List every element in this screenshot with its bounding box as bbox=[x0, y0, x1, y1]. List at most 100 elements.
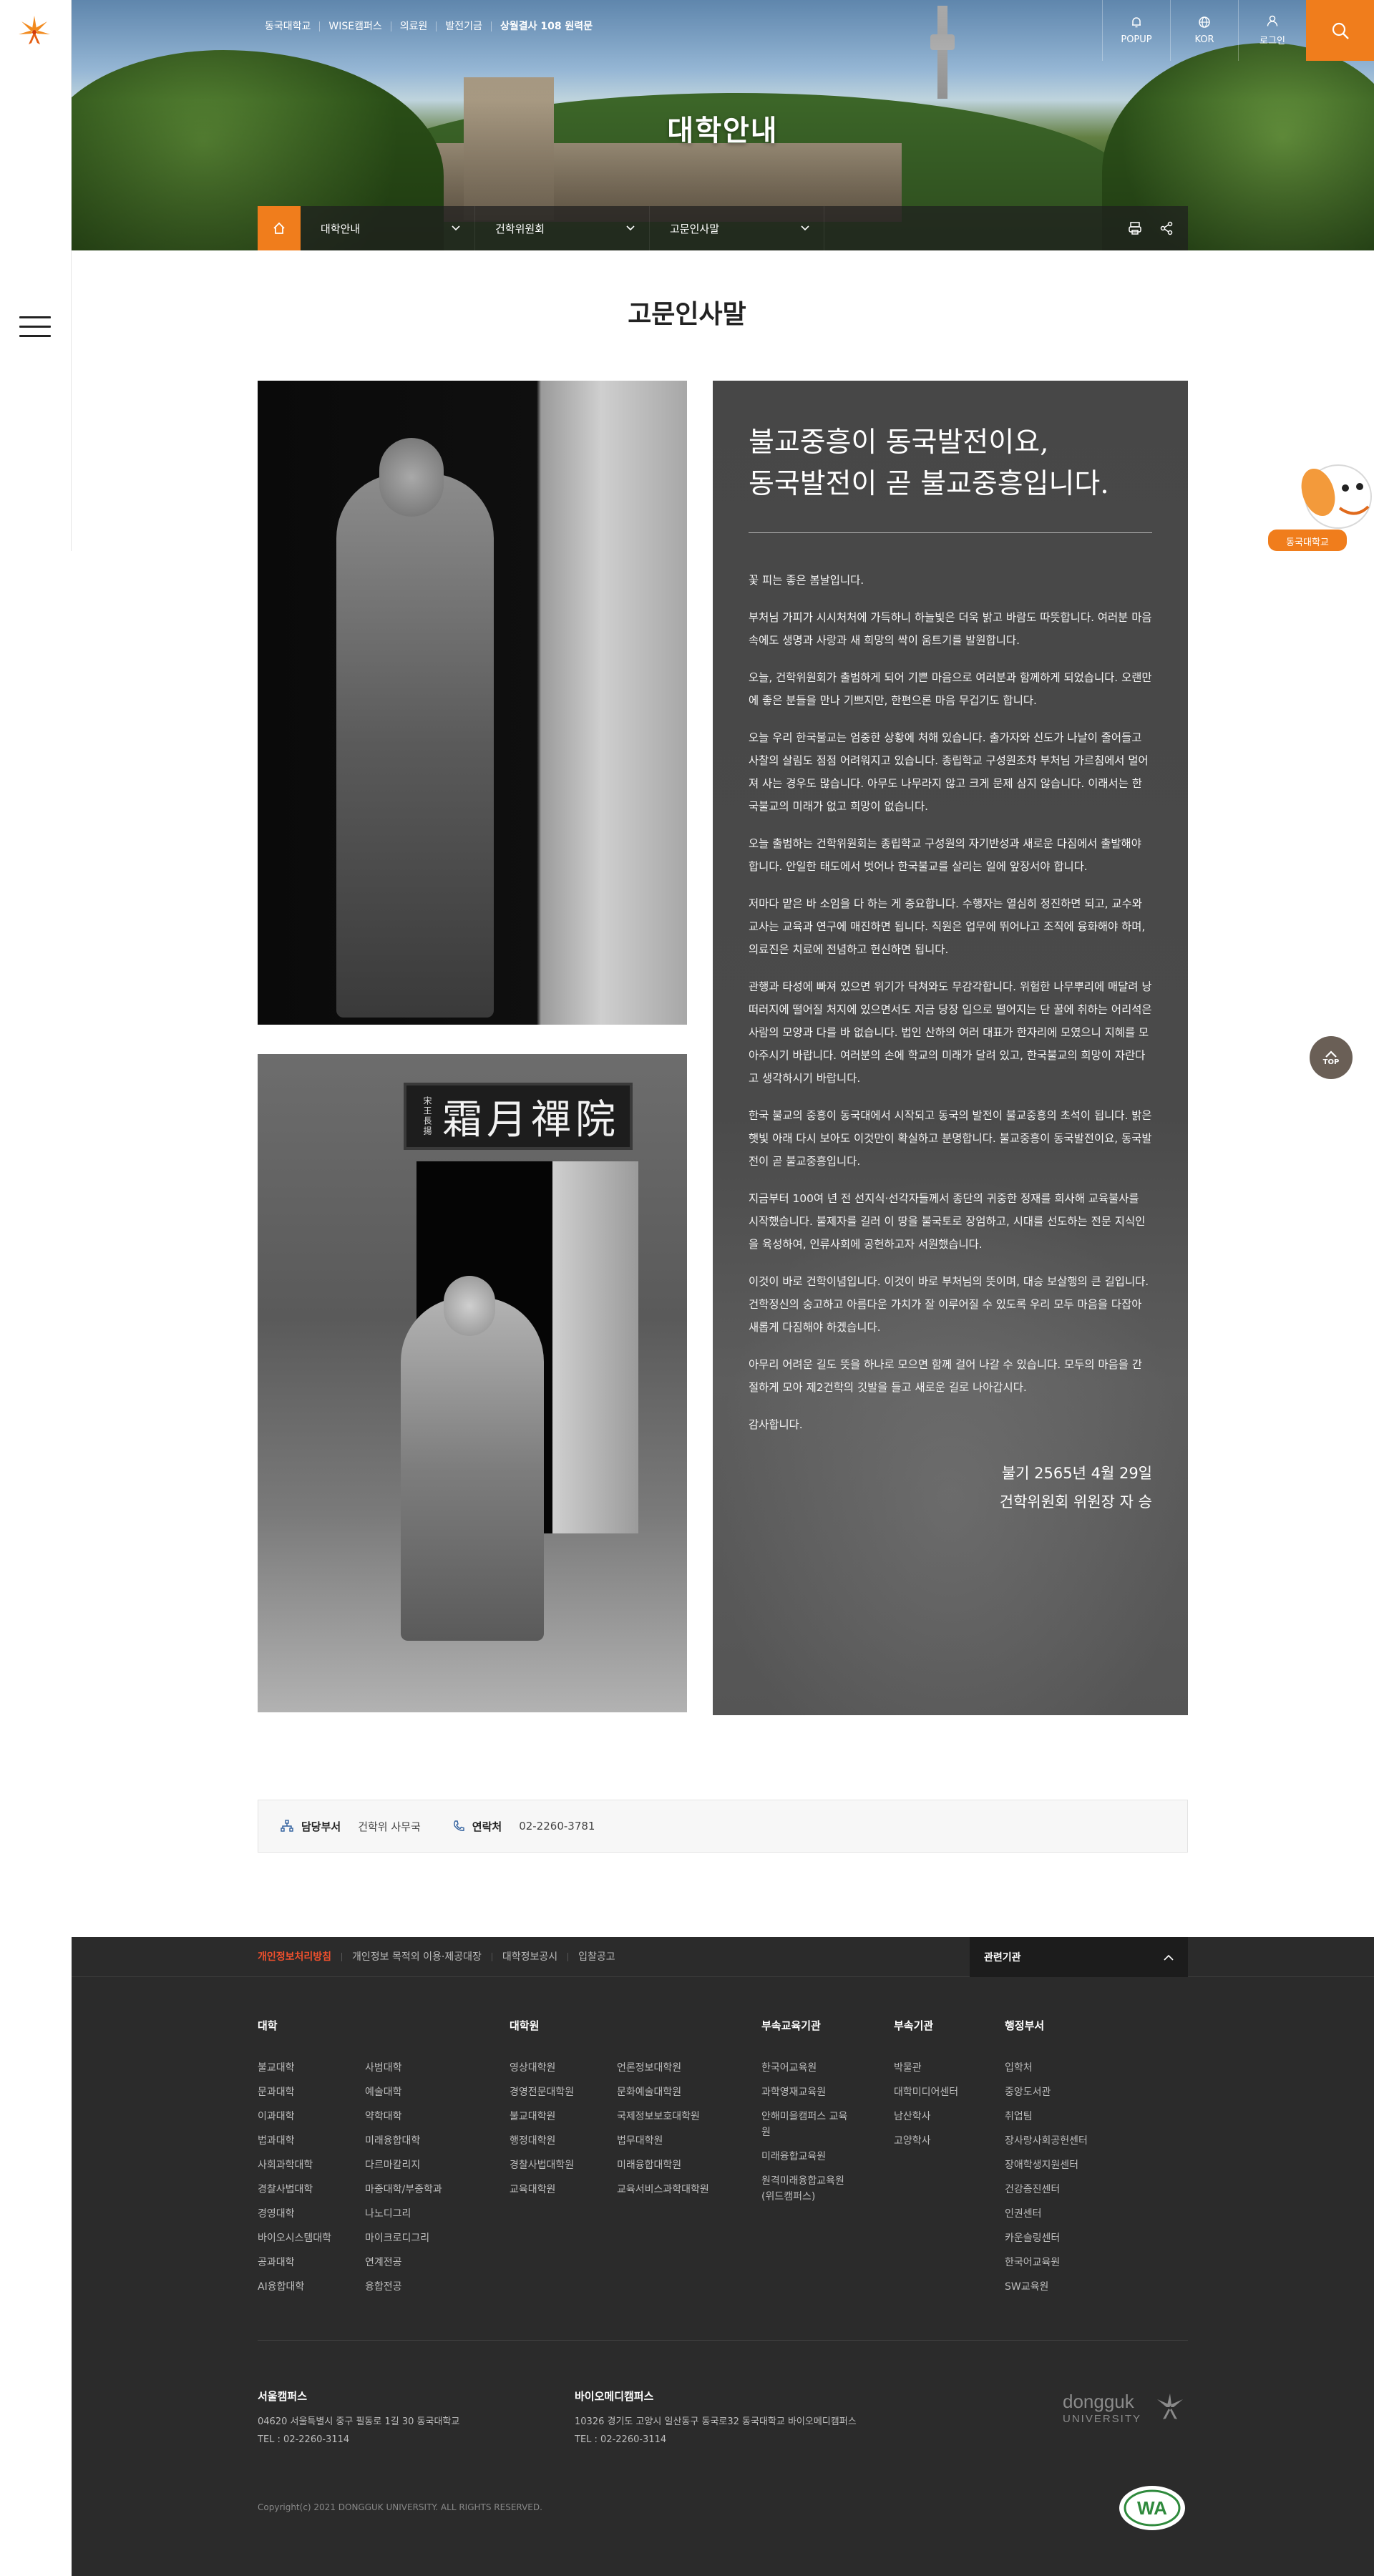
sitemap-link[interactable]: 공과대학 bbox=[258, 2250, 336, 2275]
sitemap-link[interactable]: AI융합대학 bbox=[258, 2275, 336, 2299]
sitemap-link[interactable]: 미래융합대학 bbox=[365, 2129, 444, 2153]
sitemap-link[interactable]: 약학대학 bbox=[365, 2104, 444, 2129]
sitemap-link[interactable]: 원격미래융합교육원(위드캠퍼스) bbox=[761, 2169, 851, 2209]
side-bar bbox=[0, 0, 72, 551]
location-level3[interactable]: 고문인사말 bbox=[650, 206, 824, 250]
sitemap-link[interactable]: 미래융합교육원 bbox=[761, 2145, 851, 2169]
sitemap-link[interactable]: 카운슬링센터 bbox=[1005, 2226, 1148, 2250]
sitemap-link[interactable]: SW교육원 bbox=[1005, 2275, 1148, 2299]
sitemap-link[interactable]: 사범대학 bbox=[365, 2056, 444, 2080]
sitemap-link[interactable]: 인권센터 bbox=[1005, 2202, 1148, 2226]
print-icon[interactable] bbox=[1128, 221, 1142, 235]
language-button[interactable]: KOR bbox=[1170, 0, 1238, 61]
sitemap-link[interactable]: 경영대학 bbox=[258, 2202, 336, 2226]
sitemap-link[interactable]: 문과대학 bbox=[258, 2080, 336, 2104]
privacy-policy-link[interactable]: 개인정보처리방침 bbox=[258, 1952, 341, 1962]
sitemap-link[interactable]: 행정대학원 bbox=[510, 2129, 588, 2153]
location-level2[interactable]: 건학위원회 bbox=[475, 206, 650, 250]
login-button[interactable]: 로그인 bbox=[1238, 0, 1306, 61]
search-icon bbox=[1332, 22, 1349, 39]
login-label: 로그인 bbox=[1260, 36, 1285, 47]
sitemap-link[interactable]: 이과대학 bbox=[258, 2104, 336, 2129]
sitemap-link[interactable]: 미래융합대학원 bbox=[617, 2153, 760, 2177]
sitemap-link[interactable]: 바이오시스템대학 bbox=[258, 2226, 336, 2250]
sitemap-lists: 불교대학 문과대학 이과대학 법과대학 사회과학대학 경찰사법대학 경영대학 바… bbox=[258, 2056, 510, 2299]
org-icon bbox=[281, 1820, 293, 1832]
menu-icon[interactable] bbox=[19, 316, 51, 339]
sitemap-link[interactable]: 경찰사법대학 bbox=[258, 2177, 336, 2202]
sitemap-link[interactable]: 불교대학 bbox=[258, 2056, 336, 2080]
logo-icon[interactable] bbox=[14, 11, 54, 52]
temple-signboard: 宋王長揚 霜月禪院 bbox=[404, 1083, 633, 1150]
location-level1[interactable]: 대학안내 bbox=[301, 206, 475, 250]
scroll-top-button[interactable]: TOP bbox=[1310, 1036, 1353, 1079]
sitemap-link[interactable]: 융합전공 bbox=[365, 2275, 444, 2299]
sitemap-link[interactable]: 영상대학원 bbox=[510, 2056, 588, 2080]
sitemap-link[interactable]: 경찰사법대학원 bbox=[510, 2153, 588, 2177]
sitemap-link[interactable]: 한국어교육원 bbox=[761, 2056, 851, 2080]
topnav-vow[interactable]: 상월결사 108 원력문 bbox=[490, 21, 601, 31]
sitemap-link[interactable]: 경영전문대학원 bbox=[510, 2080, 588, 2104]
location-level2-label: 건학위원회 bbox=[495, 222, 545, 235]
campus-address: 04620 서울특별시 중구 필동로 1길 30 동국대학교 bbox=[258, 2416, 460, 2427]
headline-line-1: 불교중흥이 동국발전이요, bbox=[749, 426, 1049, 459]
sitemap-link[interactable]: 법과대학 bbox=[258, 2129, 336, 2153]
phone-icon bbox=[453, 1820, 464, 1831]
sitemap-link[interactable]: 과학영재교육원 bbox=[761, 2080, 851, 2104]
sitemap-link[interactable]: 언론정보대학원 bbox=[617, 2056, 760, 2080]
sitemap-link[interactable]: 장애학생지원센터 bbox=[1005, 2153, 1148, 2177]
related-sites-select[interactable]: 관련기관 bbox=[970, 1937, 1188, 1977]
sitemap-link[interactable]: 교육대학원 bbox=[510, 2177, 588, 2202]
sitemap-link[interactable]: 장사랑사회공헌센터 bbox=[1005, 2129, 1148, 2153]
monk-photo-2: 宋王長揚 霜月禪院 bbox=[258, 1054, 687, 1712]
sitemap-link[interactable]: 중앙도서관 bbox=[1005, 2080, 1148, 2104]
topnav-wise[interactable]: WISE캠퍼스 bbox=[319, 21, 390, 31]
sitemap-link[interactable]: 마이크로디그리 bbox=[365, 2226, 444, 2250]
sitemap-link[interactable]: 나노디그리 bbox=[365, 2202, 444, 2226]
bid-notice-link[interactable]: 입찰공고 bbox=[567, 1952, 625, 1962]
home-icon bbox=[273, 222, 285, 234]
monk-figure bbox=[401, 1297, 544, 1641]
sitemap-link[interactable]: 대학미디어센터 bbox=[894, 2080, 1005, 2104]
sitemap-link[interactable]: 입학처 bbox=[1005, 2056, 1148, 2080]
search-button[interactable] bbox=[1306, 0, 1374, 61]
sitemap-link[interactable]: 법무대학원 bbox=[617, 2129, 760, 2153]
sitemap-link[interactable]: 연계전공 bbox=[365, 2250, 444, 2275]
sitemap-link[interactable]: 취업팀 bbox=[1005, 2104, 1148, 2129]
footer-divider bbox=[258, 2340, 1188, 2341]
wa-certification-icon[interactable]: WA bbox=[1116, 2482, 1188, 2532]
sitemap-link[interactable]: 안해미을캠퍼스 교육원 bbox=[761, 2104, 851, 2145]
sitemap-link[interactable]: 박물관 bbox=[894, 2056, 1005, 2080]
share-icon[interactable] bbox=[1159, 221, 1174, 235]
location-level3-label: 고문인사말 bbox=[670, 222, 720, 235]
topnav-fund[interactable]: 발전기금 bbox=[436, 21, 491, 31]
sitemap-link[interactable]: 한국어교육원 bbox=[1005, 2250, 1148, 2275]
sitemap-link[interactable]: 국제정보보호대학원 bbox=[617, 2104, 760, 2129]
sitemap-link[interactable]: 예술대학 bbox=[365, 2080, 444, 2104]
topnav-dongguk[interactable]: 동국대학교 bbox=[265, 21, 319, 31]
mascot-icon[interactable]: 동국대학교 bbox=[1268, 451, 1374, 551]
sitemap-list: 불교대학 문과대학 이과대학 법과대학 사회과학대학 경찰사법대학 경영대학 바… bbox=[258, 2056, 336, 2299]
signature-date: 불기 2565년 4월 29일 bbox=[1001, 1465, 1152, 1482]
sitemap-list: 영상대학원 경영전문대학원 불교대학원 행정대학원 경찰사법대학원 교육대학원 bbox=[510, 2056, 588, 2202]
sitemap-link[interactable]: 마중대학/부중학과 bbox=[365, 2177, 444, 2202]
sitemap-link[interactable]: 건강증진센터 bbox=[1005, 2177, 1148, 2202]
message-paragraph: 오늘 출범하는 건학위원회는 종립학교 구성원의 자기반성과 새로운 다짐에서 … bbox=[749, 837, 1141, 873]
topnav-medical[interactable]: 의료원 bbox=[390, 21, 437, 31]
home-button[interactable] bbox=[258, 206, 301, 250]
sitemap-link[interactable]: 사회과학대학 bbox=[258, 2153, 336, 2177]
user-icon bbox=[1267, 15, 1278, 26]
sitemap-link[interactable]: 다르마칼리지 bbox=[365, 2153, 444, 2177]
sitemap-link[interactable]: 남산학사 bbox=[894, 2104, 1005, 2129]
sitemap-link[interactable]: 불교대학원 bbox=[510, 2104, 588, 2129]
sitemap-link[interactable]: 문화예술대학원 bbox=[617, 2080, 760, 2104]
signboard-text: 霜月禪院 bbox=[442, 1096, 620, 1143]
university-info-link[interactable]: 대학정보공시 bbox=[491, 1952, 567, 1962]
privacy-ledger-link[interactable]: 개인정보 목적외 이용·제공대장 bbox=[341, 1952, 492, 1962]
sitemap-heading: 대학 bbox=[258, 2019, 278, 2032]
monk-figure bbox=[336, 474, 494, 1018]
sitemap-heading: 행정부서 bbox=[1005, 2019, 1045, 2032]
sitemap-link[interactable]: 고양학사 bbox=[894, 2129, 1005, 2153]
popup-button[interactable]: POPUP bbox=[1102, 0, 1170, 61]
sitemap-link[interactable]: 교육서비스과학대학원 bbox=[617, 2177, 760, 2202]
